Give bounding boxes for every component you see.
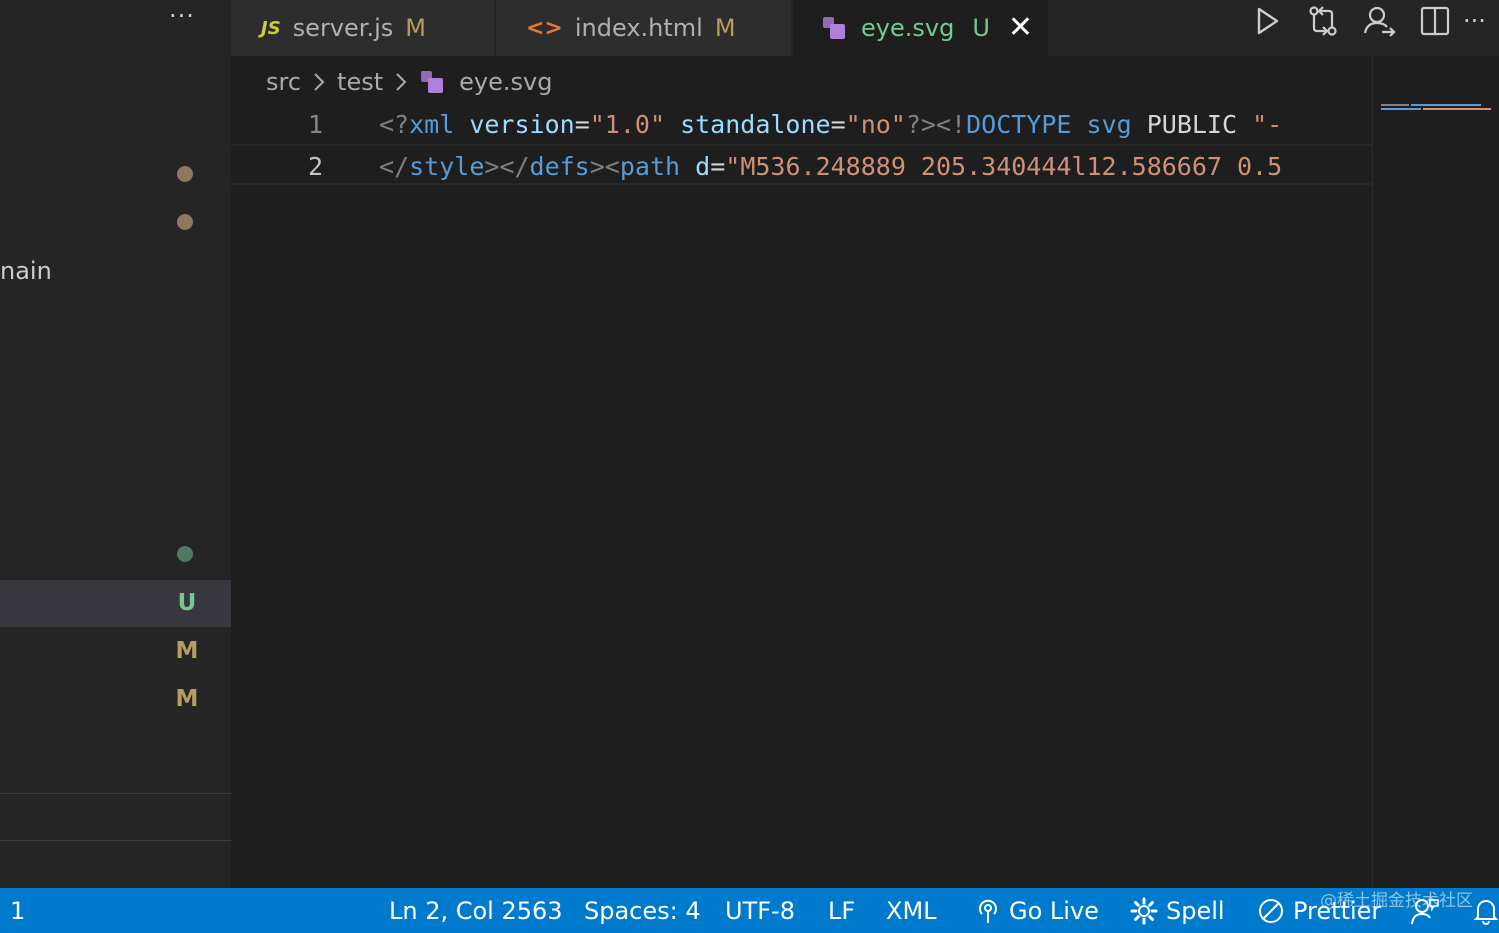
- code-token-tag: DOCTYPE: [966, 110, 1072, 139]
- tab-label: index.html: [574, 14, 703, 42]
- code-token-str: "no": [845, 110, 906, 139]
- code-token-attr: standalone: [680, 110, 831, 139]
- live-share-icon[interactable]: [1351, 0, 1407, 42]
- tab-label: eye.svg: [861, 14, 955, 42]
- tab-index-html[interactable]: <> index.html M: [496, 0, 792, 56]
- sidebar-more-actions-button[interactable]: ···: [165, 2, 199, 36]
- breadcrumb-src[interactable]: src: [266, 68, 301, 96]
- split-editor-icon[interactable]: [1407, 0, 1463, 42]
- code-token-plain: PUBLIC: [1131, 110, 1253, 139]
- breadcrumb-test[interactable]: test: [337, 68, 383, 96]
- watermark-text: @稀土掘金技术社区: [1320, 891, 1473, 911]
- line-number: 2: [307, 152, 323, 181]
- tab-git-status: M: [714, 14, 736, 42]
- tab-git-status: U: [972, 14, 990, 42]
- breadcrumb: src test eye.svg: [266, 62, 552, 102]
- html-file-icon: <>: [526, 15, 563, 41]
- minimap-line: [1423, 108, 1491, 110]
- code-token-punc: ><: [589, 152, 620, 181]
- code-line-text: <?xml version="1.0" standalone="no"?><!D…: [379, 104, 1282, 145]
- code-token-tag: svg: [1086, 110, 1132, 139]
- code-token-tag: path: [619, 152, 681, 181]
- broadcast-icon: [979, 899, 997, 923]
- sidebar-section-divider: [0, 840, 231, 841]
- code-token-tag: defs: [529, 152, 590, 181]
- git-status-modified: M: [175, 686, 199, 712]
- status-eol[interactable]: LF: [828, 888, 855, 933]
- code-token-attr: d: [695, 152, 711, 181]
- svg-file-icon: [821, 15, 849, 41]
- editor-actions-toolbar: ···: [1239, 0, 1499, 42]
- explorer-sidebar: ··· nain U M M: [0, 0, 231, 888]
- code-line: 1 <?xml version="1.0" standalone="no"?><…: [231, 104, 1372, 145]
- tab-eye-svg[interactable]: eye.svg U ✕: [793, 0, 1049, 56]
- code-token-punc: </: [379, 152, 410, 181]
- code-token-eq: =: [574, 110, 590, 139]
- code-token-eq: =: [830, 110, 846, 139]
- minimap[interactable]: [1372, 56, 1499, 888]
- untracked-dot-indicator: [177, 546, 193, 562]
- minimap-line: [1381, 104, 1409, 106]
- chevron-right-icon: [313, 71, 325, 93]
- status-encoding[interactable]: UTF-8: [725, 888, 795, 933]
- code-line-current: 2 </style></defs><path d="M536.248889 20…: [231, 144, 1372, 185]
- code-token-str: "-: [1252, 110, 1283, 139]
- tab-git-status: M: [405, 14, 426, 42]
- breadcrumb-file[interactable]: eye.svg: [459, 68, 552, 96]
- code-token-tag: xml: [409, 110, 455, 139]
- code-token-str: "1.0": [589, 110, 666, 139]
- code-editor[interactable]: 1 <?xml version="1.0" standalone="no"?><…: [231, 104, 1372, 888]
- more-actions-icon[interactable]: ···: [1463, 0, 1499, 42]
- minimap-line: [1411, 104, 1481, 106]
- compare-changes-icon[interactable]: [1295, 0, 1351, 42]
- status-notifications[interactable]: [1474, 888, 1499, 933]
- tab-label: server.js: [292, 14, 394, 42]
- status-indentation[interactable]: Spaces: 4: [584, 888, 701, 933]
- status-bar: 1 Ln 2, Col 2563 Spaces: 4 UTF-8 LF XML …: [0, 888, 1499, 933]
- branch-label: nain: [0, 257, 52, 285]
- gear-icon: [1130, 897, 1158, 924]
- code-token-str: "M536.248889 205.340444l12.586667 0.5: [725, 152, 1283, 181]
- js-file-icon: JS: [261, 17, 281, 39]
- code-token-punc: ></: [484, 152, 530, 181]
- bell-icon: [1474, 899, 1498, 925]
- vscode-window: ··· nain U M M JS server.js M <> index.h…: [0, 0, 1499, 933]
- code-token-attr: version: [469, 110, 575, 139]
- svg-file-icon: [419, 69, 447, 95]
- code-token-punc: <?: [379, 110, 410, 139]
- modified-dot-indicator: [177, 214, 193, 230]
- status-go-live[interactable]: Go Live: [975, 888, 1099, 933]
- close-tab-icon[interactable]: ✕: [1008, 13, 1033, 43]
- status-cursor-position[interactable]: Ln 2, Col 2563: [389, 888, 563, 933]
- line-number: 1: [307, 110, 323, 139]
- code-token-tag: style: [409, 152, 485, 181]
- tab-server-js[interactable]: JS server.js M: [231, 0, 495, 56]
- status-spell[interactable]: Spell: [1130, 888, 1225, 933]
- status-problems-count[interactable]: 1: [10, 888, 25, 933]
- chevron-right-icon: [395, 71, 407, 93]
- code-token-punc: ?><!: [905, 110, 967, 139]
- run-icon[interactable]: [1239, 0, 1295, 42]
- modified-dot-indicator: [177, 166, 193, 182]
- minimap-line: [1381, 108, 1421, 110]
- code-token-eq: =: [710, 152, 726, 181]
- git-status-modified: M: [175, 638, 199, 664]
- status-language-mode[interactable]: XML: [886, 888, 937, 933]
- prettier-disabled-icon: [1259, 898, 1283, 923]
- sidebar-section-divider: [0, 793, 231, 794]
- code-line-text: </style></defs><path d="M536.248889 205.…: [379, 146, 1282, 187]
- git-status-untracked: U: [177, 590, 197, 616]
- editor-tab-bar: JS server.js M <> index.html M eye.svg U…: [231, 0, 1499, 56]
